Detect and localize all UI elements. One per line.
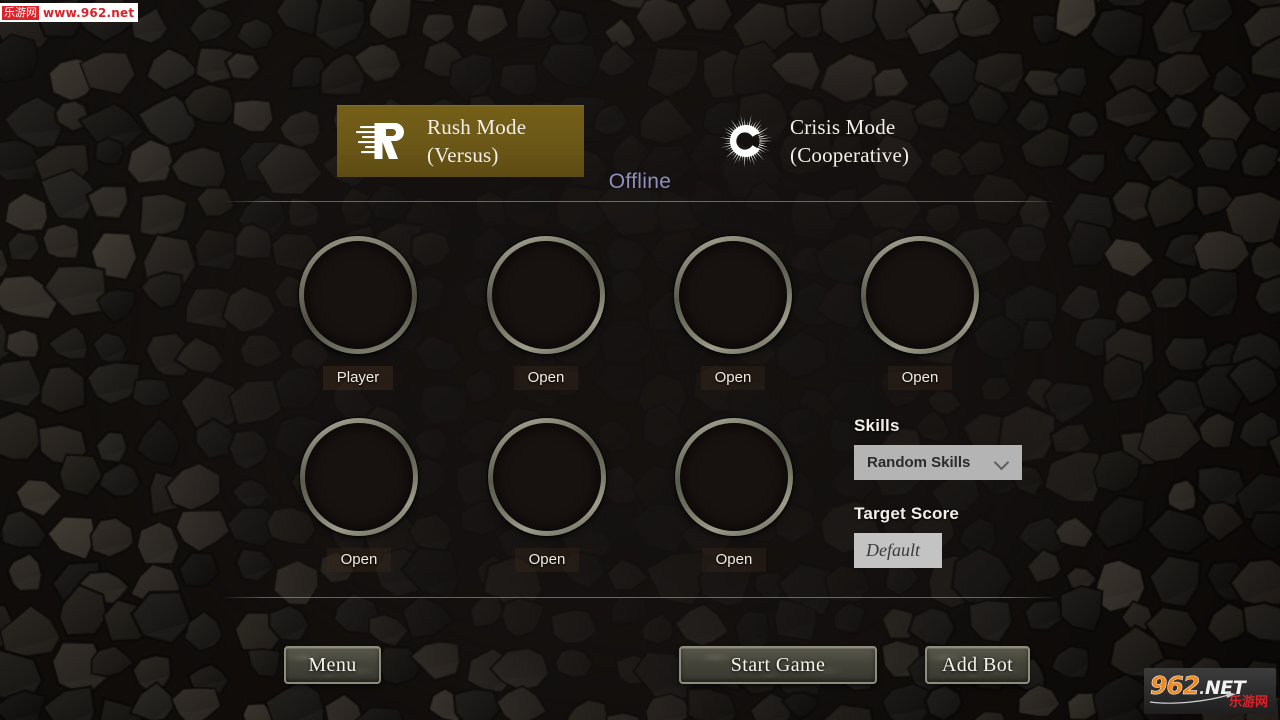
player-slot-6: Open [484,418,610,572]
skills-select-value: Random Skills [867,454,971,471]
slot-ring-frame [675,418,793,536]
player-slot-3-label[interactable]: Open [700,366,766,390]
mode-tab-rush[interactable]: Rush Mode (Versus) [337,105,584,177]
slot-ring-frame [487,236,605,354]
mode-tab-rush-text: Rush Mode (Versus) [427,113,526,169]
mode-tab-crisis-line2: (Cooperative) [790,143,910,167]
player-slot-4-empty-ring[interactable] [861,236,979,354]
site-watermark-badge: 乐游网 [2,5,39,20]
site-watermark-top: 乐游网 www.962.net [0,3,139,22]
target-score-option-group: Target Score Default [854,504,959,568]
divider-top [225,201,1053,202]
player-slot-7: Open [671,418,797,572]
mode-tab-crisis-text: Crisis Mode (Cooperative) [790,113,909,169]
target-score-input[interactable]: Default [854,533,942,568]
game-lobby-screen: Rush Mode (Versus) Crisis Mode (Cooperat… [0,0,1280,720]
player-slot-3-empty-ring[interactable] [674,236,792,354]
start-game-button-label: Start Game [730,653,826,676]
player-slot-1-avatar[interactable] [299,236,417,354]
connection-status: Offline [608,170,672,193]
slot-ring-frame [674,236,792,354]
player-slot-6-empty-ring[interactable] [488,418,606,536]
slot-ring-frame [300,418,418,536]
player-slot-5-label[interactable]: Open [326,548,392,572]
menu-button-label: Menu [308,653,357,676]
player-slot-4: Open [857,236,983,390]
player-slot-1: Player [295,236,421,390]
slot-ring-frame [488,418,606,536]
player-slot-7-label[interactable]: Open [701,548,767,572]
site-watermark-logo: 962 . NET 乐游网 [1144,668,1276,714]
target-score-value: Default [866,540,920,560]
site-watermark-url: www.962.net [43,5,135,20]
logo-cn-text: 乐游网 [1228,695,1268,710]
mode-tab-rush-line2: (Versus) [427,143,499,167]
player-slot-5-empty-ring[interactable] [300,418,418,536]
mode-tab-rush-line1: Rush Mode [427,114,527,139]
target-score-label: Target Score [854,504,960,523]
divider-bottom [225,597,1053,598]
chevron-down-icon [995,456,1008,469]
player-slot-2-label[interactable]: Open [513,366,579,390]
start-game-button[interactable]: Start Game [679,646,877,684]
skills-option-group: Skills Random Skills [854,416,1022,480]
add-bot-button-label: Add Bot [941,653,1014,676]
add-bot-button[interactable]: Add Bot [925,646,1030,684]
player-slot-3: Open [670,236,796,390]
player-slot-7-empty-ring[interactable] [675,418,793,536]
player-slot-2-empty-ring[interactable] [487,236,605,354]
crisis-sunburst-c-icon [718,113,774,169]
skills-label: Skills [854,416,900,435]
menu-button[interactable]: Menu [284,646,381,684]
player-slot-2: Open [483,236,609,390]
player-slot-4-label[interactable]: Open [887,366,953,390]
mode-tab-crisis[interactable]: Crisis Mode (Cooperative) [700,105,980,177]
logo-swoosh-icon [1149,692,1236,704]
skills-select[interactable]: Random Skills [854,445,1022,480]
player-slot-1-label[interactable]: Player [322,366,394,390]
slot-ring-frame [299,236,417,354]
mode-tab-crisis-line1: Crisis Mode [790,114,896,139]
game-mode-selector: Rush Mode (Versus) Crisis Mode (Cooperat… [0,105,1280,177]
slot-ring-frame [861,236,979,354]
player-slot-5: Open [296,418,422,572]
rush-speed-r-icon [355,113,411,169]
player-slot-6-label[interactable]: Open [514,548,580,572]
